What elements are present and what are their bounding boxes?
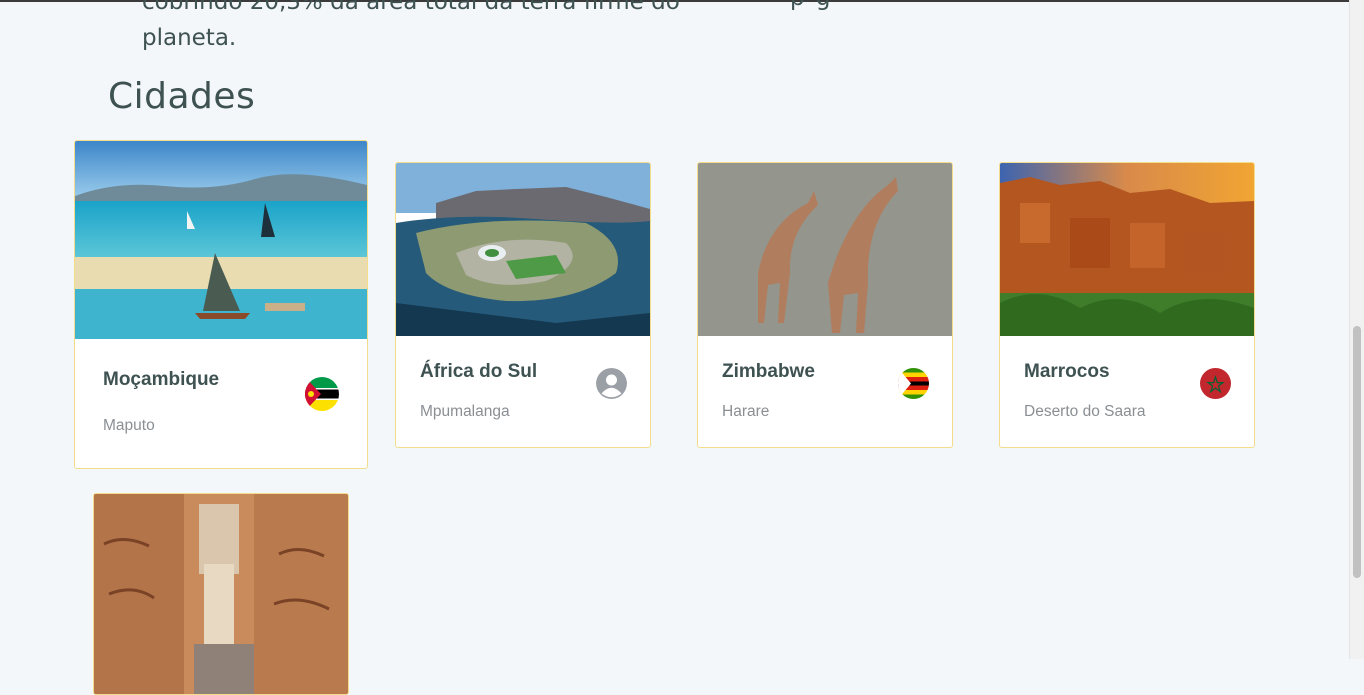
card-title: Marrocos bbox=[1024, 361, 1110, 382]
city-card-south-africa[interactable]: África do Sul Mpumalanga bbox=[395, 162, 651, 448]
city-card-egypt[interactable] bbox=[93, 493, 349, 695]
mozambique-beach-photo bbox=[75, 141, 367, 339]
section-title: Cidades bbox=[108, 76, 256, 117]
scrollbar-thumb[interactable] bbox=[1353, 326, 1361, 578]
karnak-temple-photo bbox=[94, 494, 348, 694]
user-avatar-icon bbox=[596, 368, 627, 399]
card-title: Moçambique bbox=[103, 369, 220, 390]
zimbabwe-flag-icon bbox=[898, 368, 929, 399]
intro-line-1: cobrindo 20,3% da área total da terra fi… bbox=[142, 0, 680, 15]
giraffe-rock-painting-photo bbox=[698, 163, 952, 336]
intro-line-2: planeta. bbox=[142, 25, 237, 51]
intro-right-fragment: p g bbox=[790, 0, 833, 16]
card-subtitle: Maputo bbox=[103, 417, 155, 434]
mozambique-flag-icon bbox=[305, 377, 339, 411]
card-subtitle: Harare bbox=[722, 403, 770, 420]
morocco-flag-icon bbox=[1200, 368, 1231, 399]
card-subtitle: Mpumalanga bbox=[420, 403, 510, 420]
card-title: África do Sul bbox=[420, 361, 538, 382]
ait-benhaddou-photo bbox=[1000, 163, 1254, 336]
city-card-morocco[interactable]: Marrocos Deserto do Saara bbox=[999, 162, 1255, 448]
city-card-zimbabwe[interactable]: Zimbabwe Harare bbox=[697, 162, 953, 448]
city-card-mozambique[interactable]: Moçambique Maputo bbox=[74, 140, 368, 469]
intro-paragraph: cobrindo 20,3% da área total da terra fi… bbox=[142, 0, 722, 56]
page-scrollbar[interactable] bbox=[1349, 0, 1364, 659]
card-subtitle: Deserto do Saara bbox=[1024, 403, 1146, 420]
card-title: Zimbabwe bbox=[722, 361, 815, 382]
cape-town-aerial-photo bbox=[396, 163, 650, 336]
